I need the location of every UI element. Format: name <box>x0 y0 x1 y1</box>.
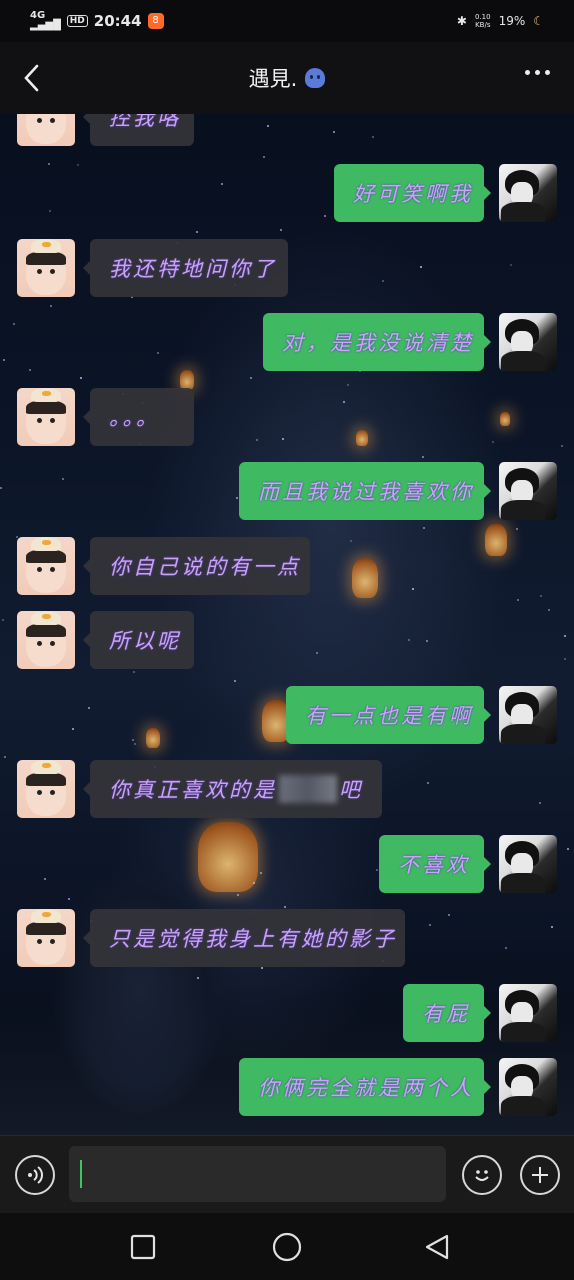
chevron-left-icon <box>24 64 39 92</box>
chat-header: 遇見. <box>0 42 574 114</box>
system-nav-bar <box>0 1213 574 1280</box>
my-avatar[interactable] <box>499 164 557 222</box>
bluetooth-icon: ✱ <box>456 14 467 28</box>
emoji-button[interactable] <box>462 1155 502 1195</box>
clock: 20:44 <box>93 12 142 30</box>
contact-avatar[interactable] <box>17 114 75 146</box>
plus-button[interactable] <box>520 1155 560 1195</box>
emoji-icon <box>475 1170 489 1181</box>
status-bar: 4G ▂▄▆█ HD 20:44 8 ✱ 0.10 KB/s 19% ☾ <box>0 0 574 42</box>
input-bar <box>0 1135 574 1213</box>
more-button[interactable] <box>525 70 550 75</box>
contact-avatar[interactable] <box>17 760 75 818</box>
message-bubble-outgoing[interactable]: 对，是我没说清楚 <box>263 313 491 371</box>
triangle-back-icon <box>425 1234 449 1260</box>
contact-name: 遇見. <box>248 67 298 91</box>
my-avatar[interactable] <box>499 1058 557 1116</box>
hd-badge: HD <box>66 15 88 27</box>
app-notification-icon: 8 <box>147 13 164 29</box>
message-bubble-outgoing[interactable]: 不喜欢 <box>379 835 491 893</box>
more-dots-icon <box>525 70 530 75</box>
moon-icon: ☾ <box>533 14 544 28</box>
message-text: 吧 <box>339 778 363 802</box>
message-bubble-incoming[interactable]: 只是觉得我身上有她的影子 <box>83 909 405 967</box>
voice-icon <box>28 1166 43 1184</box>
message-bubble-incoming[interactable]: 我还特地问你了 <box>83 239 288 297</box>
message-input[interactable] <box>69 1146 446 1202</box>
message-bubble-incoming[interactable]: 。。。 <box>83 388 194 446</box>
message-bubble-outgoing[interactable]: 有一点也是有啊 <box>286 686 491 744</box>
recent-apps-button[interactable] <box>128 1232 158 1262</box>
page-title: 遇見. <box>249 63 326 93</box>
message-text: 你真正喜欢的是 <box>109 778 277 802</box>
ghost-icon <box>305 68 326 88</box>
contact-avatar[interactable] <box>17 388 75 446</box>
message-bubble-incoming[interactable]: 你自己说的有一点 <box>83 537 310 595</box>
home-button[interactable] <box>272 1232 302 1262</box>
contact-avatar[interactable] <box>17 537 75 595</box>
message-bubble-outgoing[interactable]: 好可笑啊我 <box>334 164 491 222</box>
nav-back-button[interactable] <box>422 1232 452 1262</box>
plus-icon <box>532 1167 548 1183</box>
redacted-name <box>279 775 337 803</box>
my-avatar[interactable] <box>499 313 557 371</box>
message-bubble-outgoing[interactable]: 你俩完全就是两个人 <box>239 1058 491 1116</box>
network-speed: 0.10 KB/s <box>474 13 491 29</box>
my-avatar[interactable] <box>499 686 557 744</box>
my-avatar[interactable] <box>499 984 557 1042</box>
voice-button[interactable] <box>15 1155 55 1195</box>
contact-avatar[interactable] <box>17 239 75 297</box>
circle-icon <box>272 1232 302 1262</box>
message-bubble-incoming[interactable]: 所以呢 <box>83 611 194 669</box>
message-bubble-outgoing[interactable]: 有屁 <box>403 984 491 1042</box>
contact-avatar[interactable] <box>17 611 75 669</box>
contact-avatar[interactable] <box>17 909 75 967</box>
text-cursor <box>80 1160 82 1188</box>
network-type: 4G <box>30 10 46 21</box>
message-bubble-incoming[interactable]: 你真正喜欢的是 吧 <box>83 760 382 818</box>
square-icon <box>130 1234 156 1260</box>
message-bubble-outgoing[interactable]: 而且我说过我喜欢你 <box>239 462 491 520</box>
my-avatar[interactable] <box>499 462 557 520</box>
message-bubble-incoming[interactable]: 控我咯 <box>83 114 194 146</box>
message-list[interactable]: 控我咯 好可笑啊我 我还特地问你了 对，是我没说清楚 。。。 而且我说过我喜欢你… <box>0 114 574 1135</box>
battery-level: 19% <box>498 14 526 28</box>
my-avatar[interactable] <box>499 835 557 893</box>
signal-icon: 4G ▂▄▆█ <box>30 10 61 31</box>
back-button[interactable] <box>14 60 50 96</box>
